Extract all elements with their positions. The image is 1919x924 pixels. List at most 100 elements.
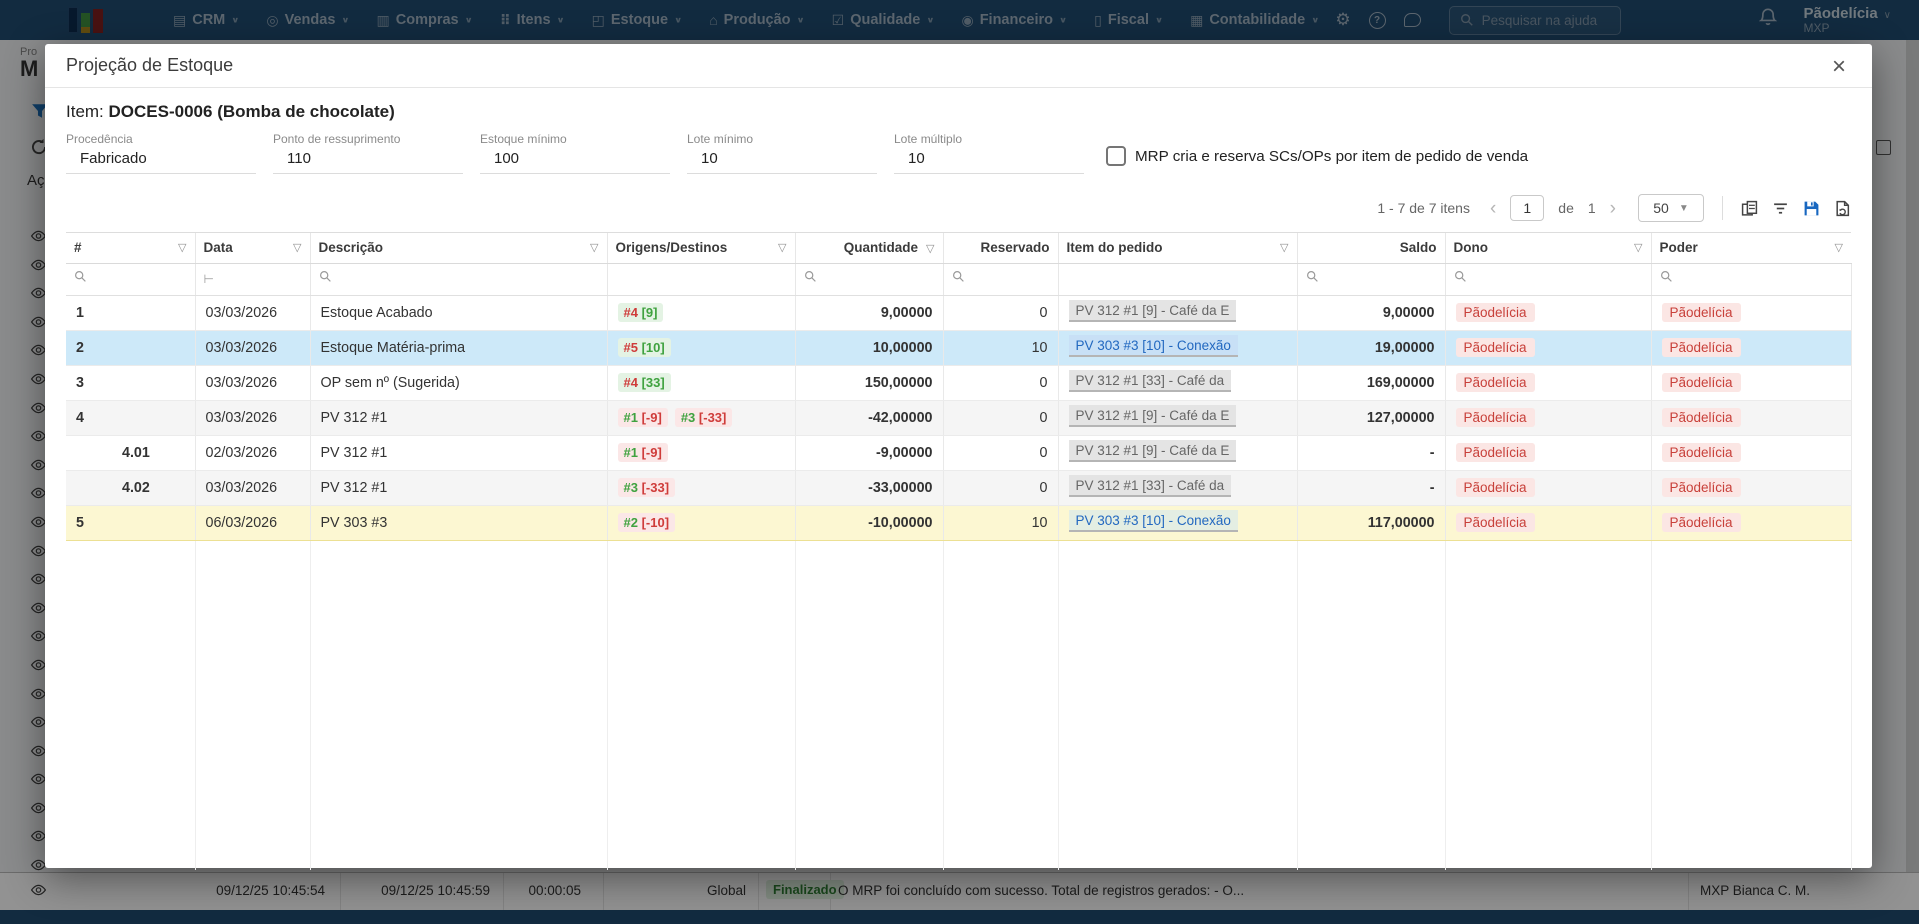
filter-cell-num[interactable] xyxy=(66,263,195,295)
badge-ref: #1 xyxy=(624,445,638,460)
table-row[interactable]: 506/03/2026PV 303 #3#2 [-10]-10,0000010P… xyxy=(66,505,1851,540)
filter-funnel-icon[interactable]: ▽ xyxy=(178,241,186,254)
order-item-chip[interactable]: PV 312 #1 [9] - Café da E xyxy=(1069,440,1237,462)
cell-origins: #5 [10] xyxy=(607,330,795,365)
cell-date: 06/03/2026 xyxy=(195,505,310,540)
holder-chip[interactable]: Pãodelícia xyxy=(1662,338,1741,357)
filter-funnel-icon[interactable]: ▽ xyxy=(926,243,934,255)
cell-dono: Pãodelícia xyxy=(1445,470,1651,505)
holder-chip[interactable]: Pãodelícia xyxy=(1662,303,1741,322)
field-ponto-de-ressuprimento-input[interactable]: 110 xyxy=(273,146,463,174)
cell-order: PV 312 #1 [9] - Café da E xyxy=(1058,435,1297,470)
filter-funnel-icon[interactable]: ▽ xyxy=(778,241,786,254)
holder-chip[interactable]: Pãodelícia xyxy=(1662,513,1741,532)
column-chooser-icon[interactable] xyxy=(1741,200,1758,217)
owner-chip[interactable]: Pãodelícia xyxy=(1456,408,1535,427)
order-item-chip[interactable]: PV 303 #3 [10] - Conexão xyxy=(1069,510,1238,532)
table-row[interactable]: 403/03/2026PV 312 #1#1 [-9]#3 [-33]-42,0… xyxy=(66,400,1851,435)
owner-chip[interactable]: Pãodelícia xyxy=(1456,303,1535,322)
filter-cell-order[interactable] xyxy=(1058,263,1297,295)
search-icon xyxy=(952,270,965,287)
empty-cell xyxy=(195,540,310,870)
filter-funnel-icon[interactable]: ▽ xyxy=(1835,241,1843,254)
column-header-order[interactable]: ▽Item do pedido xyxy=(1058,233,1297,263)
filter-funnel-icon[interactable]: ▽ xyxy=(590,241,598,254)
field-procede-ncia-input[interactable]: Fabricado xyxy=(66,146,256,174)
table-row[interactable]: 4.0203/03/2026PV 312 #1#3 [-33]-33,00000… xyxy=(66,470,1851,505)
field-estoque-mi-nimo-input[interactable]: 100 xyxy=(480,146,670,174)
origin-badge[interactable]: #3 [-33] xyxy=(675,408,733,427)
filter-cell-saldo[interactable] xyxy=(1297,263,1445,295)
filter-funnel-icon[interactable]: ▽ xyxy=(293,241,301,254)
cell-dono: Pãodelícia xyxy=(1445,330,1651,365)
cell-saldo: 19,00000 xyxy=(1297,330,1445,365)
column-header-num[interactable]: ▽# xyxy=(66,233,195,263)
order-item-chip[interactable]: PV 312 #1 [33] - Café da xyxy=(1069,475,1232,497)
cell-num: 5 xyxy=(66,505,195,540)
filter-cell-reserved[interactable] xyxy=(943,263,1058,295)
column-header-origins[interactable]: ▽Origens/Destinos xyxy=(607,233,795,263)
checkbox-icon[interactable] xyxy=(1106,146,1126,166)
holder-chip[interactable]: Pãodelícia xyxy=(1662,373,1741,392)
origin-badge[interactable]: #2 [-10] xyxy=(618,513,676,532)
projection-table: ▽#▽Data▽Descrição▽Origens/DestinosQuanti… xyxy=(66,233,1852,870)
holder-chip[interactable]: Pãodelícia xyxy=(1662,443,1741,462)
column-header-desc[interactable]: ▽Descrição xyxy=(310,233,607,263)
origin-badge[interactable]: #4 [9] xyxy=(618,303,664,322)
owner-chip[interactable]: Pãodelícia xyxy=(1456,478,1535,497)
table-row[interactable]: 303/03/2026OP sem nº (Sugerida)#4 [33]15… xyxy=(66,365,1851,400)
field-label: Lote mínimo xyxy=(687,132,877,146)
field-lote-mi-nimo-input[interactable]: 10 xyxy=(687,146,877,174)
owner-chip[interactable]: Pãodelícia xyxy=(1456,443,1535,462)
filter-cell-poder[interactable] xyxy=(1651,263,1851,295)
page-number-input[interactable]: 1 xyxy=(1510,195,1544,221)
column-header-dono[interactable]: ▽Dono xyxy=(1445,233,1651,263)
column-header-poder[interactable]: ▽Poder xyxy=(1651,233,1851,263)
owner-chip[interactable]: Pãodelícia xyxy=(1456,338,1535,357)
holder-chip[interactable]: Pãodelícia xyxy=(1662,478,1741,497)
empty-grid-area xyxy=(66,540,1851,870)
holder-chip[interactable]: Pãodelícia xyxy=(1662,408,1741,427)
column-header-reserved[interactable]: Reservado xyxy=(943,233,1058,263)
save-layout-icon[interactable] xyxy=(1803,200,1820,217)
order-item-chip[interactable]: PV 312 #1 [33] - Café da xyxy=(1069,370,1232,392)
owner-chip[interactable]: Pãodelícia xyxy=(1456,373,1535,392)
cell-order: PV 312 #1 [9] - Café da E xyxy=(1058,400,1297,435)
prev-page-icon[interactable]: ‹ xyxy=(1490,199,1496,218)
field-lote-mu-ltiplo-input[interactable]: 10 xyxy=(894,146,1084,174)
cell-date: 03/03/2026 xyxy=(195,295,310,330)
origin-badge[interactable]: #3 [-33] xyxy=(618,478,676,497)
filter-funnel-icon[interactable]: ▽ xyxy=(1634,241,1642,254)
order-item-chip[interactable]: PV 303 #3 [10] - Conexão xyxy=(1069,335,1238,357)
filter-row-toggle-icon[interactable] xyxy=(1772,200,1789,217)
origin-badge[interactable]: #1 [-9] xyxy=(618,443,668,462)
next-page-icon[interactable]: › xyxy=(1610,199,1616,218)
cell-qty: 10,00000 xyxy=(795,330,943,365)
origin-badge[interactable]: #5 [10] xyxy=(618,338,671,357)
column-header-saldo[interactable]: Saldo xyxy=(1297,233,1445,263)
page-size-value: 50 xyxy=(1653,200,1669,216)
table-row[interactable]: 103/03/2026Estoque Acabado#4 [9]9,000000… xyxy=(66,295,1851,330)
filter-cell-date[interactable]: ⊢ xyxy=(195,263,310,295)
origin-badge[interactable]: #1 [-9] xyxy=(618,408,668,427)
filter-cell-origins[interactable] xyxy=(607,263,795,295)
table-row[interactable]: 203/03/2026Estoque Matéria-prima#5 [10]1… xyxy=(66,330,1851,365)
page-size-select[interactable]: 50 ▼ xyxy=(1638,194,1704,222)
cell-reserved: 0 xyxy=(943,295,1058,330)
column-header-qty[interactable]: Quantidade▽ xyxy=(795,233,943,263)
origin-badge[interactable]: #4 [33] xyxy=(618,373,671,392)
filter-funnel-icon[interactable]: ▽ xyxy=(1280,241,1288,254)
filter-cell-dono[interactable] xyxy=(1445,263,1651,295)
filter-cell-qty[interactable] xyxy=(795,263,943,295)
cell-reserved: 0 xyxy=(943,470,1058,505)
order-item-chip[interactable]: PV 312 #1 [9] - Café da E xyxy=(1069,405,1237,427)
cell-origins: #2 [-10] xyxy=(607,505,795,540)
reset-layout-icon[interactable] xyxy=(1834,200,1851,217)
mrp-per-order-checkbox[interactable]: MRP cria e reserva SCs/OPs por item de p… xyxy=(1106,146,1528,166)
order-item-chip[interactable]: PV 312 #1 [9] - Café da E xyxy=(1069,300,1237,322)
table-row[interactable]: 4.0102/03/2026PV 312 #1#1 [-9]-9,000000P… xyxy=(66,435,1851,470)
filter-cell-desc[interactable] xyxy=(310,263,607,295)
owner-chip[interactable]: Pãodelícia xyxy=(1456,513,1535,532)
column-header-date[interactable]: ▽Data xyxy=(195,233,310,263)
close-icon[interactable]: × xyxy=(1824,52,1854,82)
